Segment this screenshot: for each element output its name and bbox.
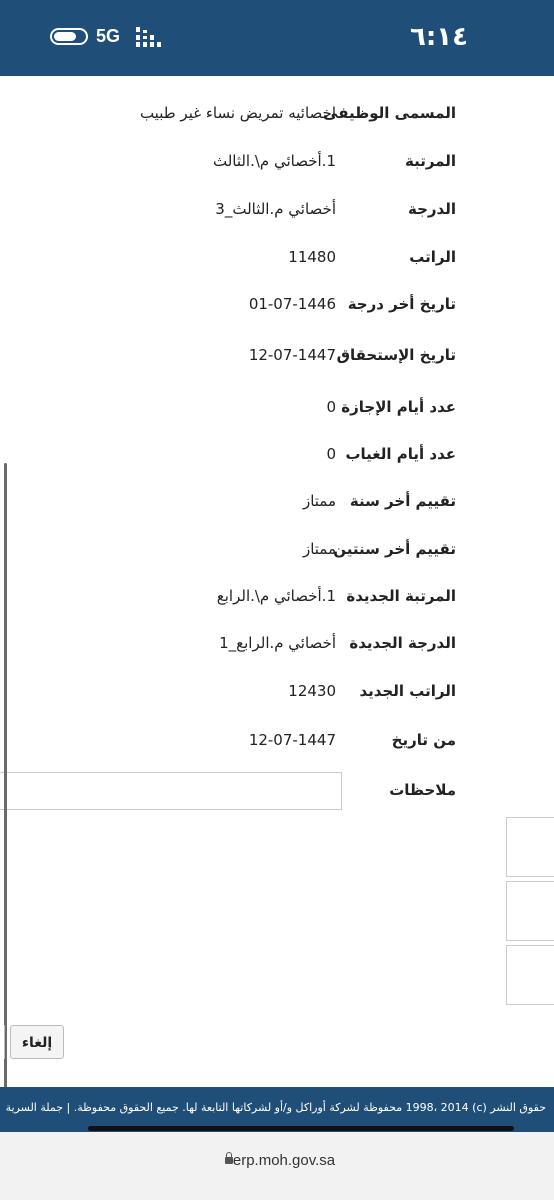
field-row-job-title: المسمى الوظيفى اخصائيه تمريض نساء غير طب… (0, 104, 554, 134)
browser-url-bar[interactable]: erp.moh.gov.sa (0, 1132, 554, 1200)
field-label: الراتب (409, 248, 456, 266)
field-label: تقييم أخر سنتين (333, 540, 456, 558)
field-label: المرتبة الجديدة (346, 587, 456, 605)
field-label: المسمى الوظيفى (323, 104, 456, 122)
field-row-new-grade: الدرجة الجديدة أخصائي م.الرابع_1 (0, 634, 554, 664)
field-value: 01-07-1446 (248, 295, 336, 313)
field-value: 0 (326, 398, 336, 416)
status-bar: 5G ٦:١٤ (0, 0, 554, 76)
signal-icon (136, 27, 162, 47)
field-row-last-grade-date: تاريخ أخر درجة 01-07-1446 (0, 295, 554, 325)
side-input-box[interactable] (506, 817, 554, 877)
field-value: اخصائيه تمريض نساء غير طبيب (139, 104, 336, 122)
field-label: المرتبة (404, 152, 456, 170)
field-value: 12-07-1447 (248, 731, 336, 749)
field-value: 11480 (288, 248, 336, 266)
field-row-grade: الدرجة أخصائي م.الثالث_3 (0, 200, 554, 230)
field-label: الدرجة (408, 200, 456, 218)
field-row-absence-days: عدد أيام الغياب 0 (0, 445, 554, 475)
field-label: من تاريخ (391, 731, 456, 749)
field-label: عدد أيام الإجازة (341, 398, 456, 416)
home-indicator[interactable] (88, 1126, 514, 1131)
field-row-salary: الراتب 11480 (0, 248, 554, 278)
field-row-new-rank: المرتبة الجديدة 1.أخصائي م\.الرابع (0, 587, 554, 617)
field-value: أخصائي م.الرابع_1 (219, 634, 336, 652)
field-value: ممتاز (302, 540, 336, 558)
field-label: تقييم أخر سنة (349, 492, 456, 510)
network-indicator: 5G (96, 26, 121, 46)
field-value: ممتاز (302, 492, 336, 510)
side-input-box[interactable] (506, 945, 554, 1005)
url-text: erp.moh.gov.sa (232, 1152, 336, 1169)
field-row-from-date: من تاريخ 12-07-1447 (0, 731, 554, 761)
field-label: عدد أيام الغياب (345, 445, 456, 463)
battery-icon (50, 28, 88, 45)
field-label: الراتب الجديد (359, 682, 456, 700)
field-label: تاريخ أخر درجة (347, 295, 456, 313)
copyright-text: حقوق النشر (c) 1998، 2014 محفوظة لشركة أ… (5, 1101, 546, 1114)
offscreen-button-edge[interactable] (0, 1025, 5, 1059)
field-value: 12430 (288, 682, 336, 700)
field-value: 1.أخصائي م\.الثالث (212, 152, 336, 170)
side-input-box[interactable] (506, 881, 554, 941)
lock-icon (224, 1152, 233, 1164)
field-row-two-years-rating: تقييم أخر سنتين ممتاز (0, 540, 554, 570)
field-row-rank: المرتبة 1.أخصائي م\.الثالث (0, 152, 554, 182)
field-row-leave-days: عدد أيام الإجازة 0 (0, 398, 554, 428)
scrollbar[interactable] (4, 463, 7, 1123)
field-value: أخصائي م.الثالث_3 (215, 200, 336, 218)
field-row-new-salary: الراتب الجديد 12430 (0, 682, 554, 712)
field-row-last-year-rating: تقييم أخر سنة ممتاز (0, 492, 554, 522)
field-value: 0 (326, 445, 336, 463)
field-label: الدرجة الجديدة (349, 634, 456, 652)
notes-label: ملاحظات (389, 781, 456, 799)
field-value: 1.أخصائي م\.الرابع (216, 587, 336, 605)
notes-input[interactable] (0, 772, 342, 810)
clock: ٦:١٤ (409, 22, 468, 52)
field-row-due-date: تاريخ الإستحقاق 12-07-1447 (0, 346, 554, 376)
url-display[interactable]: erp.moh.gov.sa (0, 1152, 554, 1169)
cancel-button[interactable]: إلغاء (10, 1025, 64, 1059)
field-label: تاريخ الإستحقاق (336, 346, 456, 364)
field-value: 12-07-1447 (248, 346, 336, 364)
